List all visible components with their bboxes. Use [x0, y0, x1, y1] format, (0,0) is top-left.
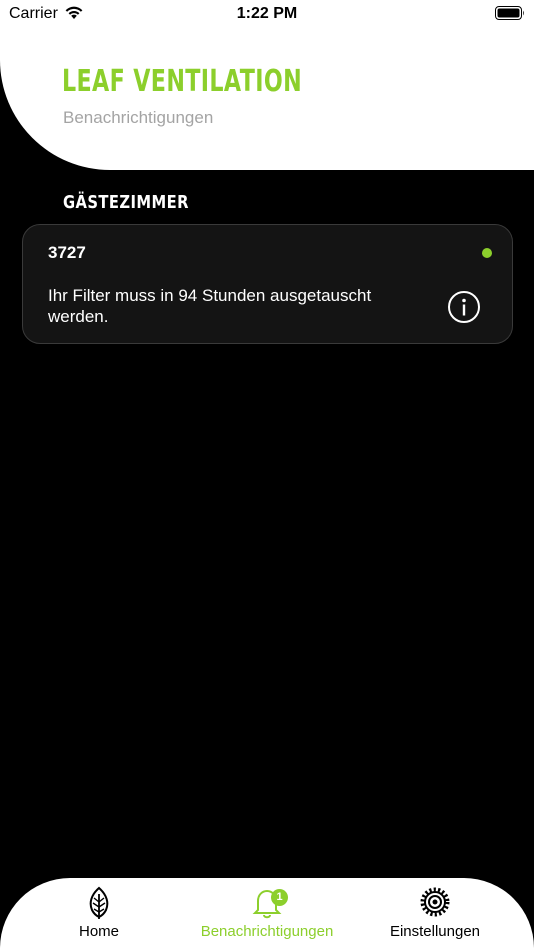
- tab-notifications[interactable]: 1 Benachrichtigungen: [190, 878, 344, 950]
- tab-settings-label: Einstellungen: [389, 923, 481, 940]
- clock: 1:22 PM: [236, 5, 298, 22]
- app-title: LEAF VENTILATION: [62, 64, 303, 99]
- leaf-icon: [89, 886, 109, 919]
- tab-home-label: Home: [78, 923, 119, 940]
- tab-notifications-label: Benachrichtigungen: [200, 923, 334, 940]
- device-id: 3727: [48, 243, 86, 262]
- notification-message: Ihr Filter muss in 94 Stunden ausgetausc…: [48, 286, 372, 326]
- battery-icon: [495, 6, 524, 20]
- notification-card[interactable]: 3727 Ihr Filter muss in 94 Stunden ausge…: [22, 224, 513, 344]
- room-section-title: GÄSTEZIMMER: [63, 192, 189, 213]
- status-indicator: [482, 248, 492, 258]
- info-icon[interactable]: [447, 290, 481, 324]
- status-bar: Carrier 1:22 PM: [0, 0, 534, 28]
- gear-icon: [420, 887, 450, 917]
- page-subtitle: Benachrichtigungen: [63, 108, 214, 127]
- tab-home[interactable]: Home: [49, 878, 149, 950]
- tab-bar: Home 1 Benachrichtigungen Einstellungen: [0, 878, 534, 950]
- tab-settings[interactable]: Einstellungen: [375, 878, 495, 950]
- notification-badge: 1: [271, 889, 288, 906]
